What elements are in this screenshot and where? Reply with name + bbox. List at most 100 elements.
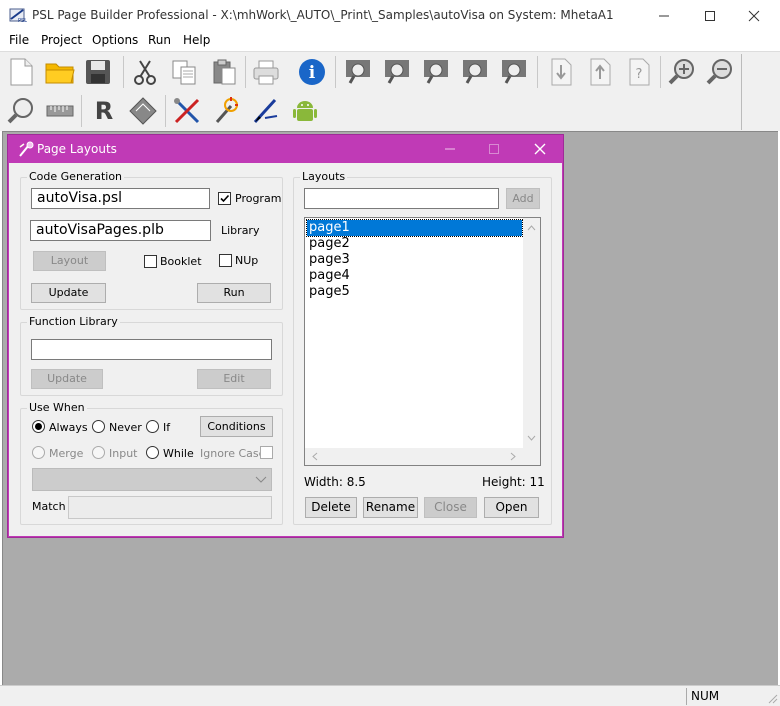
always-radio[interactable] [32, 420, 45, 433]
save-icon [86, 60, 110, 84]
new-layout-input[interactable] [304, 188, 499, 209]
run-button[interactable]: Run [197, 283, 271, 303]
zoom-button[interactable] [5, 95, 37, 127]
match-label: Match [32, 500, 66, 513]
zoom-in-button[interactable] [666, 56, 698, 88]
zoom-page-5-button[interactable] [498, 56, 530, 88]
nup-checkbox[interactable] [219, 254, 232, 267]
toolbar-divider [741, 54, 742, 130]
chevron-down-icon [255, 476, 267, 483]
library-file-input[interactable]: autoVisaPages.plb [30, 220, 211, 241]
android-button[interactable] [289, 95, 321, 127]
list-item-page1[interactable]: page1 [306, 219, 523, 237]
copy-button[interactable] [168, 56, 200, 88]
scrollbar-corner [523, 448, 540, 465]
list-item-page3[interactable]: page3 [307, 252, 522, 268]
width-label: Width: 8.5 [304, 475, 366, 489]
toolbar-separator [123, 56, 124, 88]
move-up-button[interactable] [584, 56, 616, 88]
rename-button[interactable]: Rename [363, 497, 418, 518]
menu-run[interactable]: Run [148, 33, 171, 47]
toolbar-separator [537, 56, 538, 88]
zoom-icon [7, 98, 33, 124]
input-radio [92, 446, 105, 459]
program-label: Program [235, 192, 282, 205]
move-down-icon [551, 58, 572, 86]
scroll-down-icon[interactable] [523, 431, 540, 445]
toolbar-separator [81, 95, 82, 127]
pen-icon [253, 98, 278, 124]
dialog-body: Code Generation autoVisa.psl Program aut… [9, 163, 562, 536]
vertical-scrollbar[interactable] [523, 218, 540, 448]
zoom-out-button[interactable] [704, 56, 736, 88]
booklet-checkbox[interactable] [144, 255, 157, 268]
merge-label: Merge [49, 447, 84, 460]
psl-app-icon: PSL [9, 8, 27, 23]
diamond-button[interactable] [127, 95, 159, 127]
new-file-button[interactable] [5, 56, 37, 88]
save-button[interactable] [82, 56, 114, 88]
svg-text:?: ? [636, 67, 643, 82]
paste-button[interactable] [208, 56, 240, 88]
scroll-right-icon[interactable] [506, 448, 520, 465]
cut-button[interactable] [129, 56, 161, 88]
horizontal-scrollbar[interactable] [305, 448, 523, 465]
ignore-case-checkbox [260, 446, 273, 459]
add-button: Add [506, 188, 540, 209]
close-button[interactable] [731, 0, 777, 31]
pen-button[interactable] [250, 95, 282, 127]
scroll-up-icon[interactable] [523, 221, 540, 235]
zoom-page-2-button[interactable] [381, 56, 413, 88]
codegen-update-button[interactable]: Update [31, 283, 106, 303]
ruler-button[interactable] [44, 95, 76, 127]
zoom-page-1-button[interactable] [342, 56, 374, 88]
r-button[interactable]: R [88, 95, 120, 127]
dialog-maximize-button [472, 135, 516, 163]
while-radio[interactable] [146, 446, 159, 459]
page-layouts-dialog: Page Layouts Code Generation autoVisa.ps… [7, 134, 564, 538]
if-radio[interactable] [146, 420, 159, 433]
dialog-close-button[interactable] [518, 135, 562, 163]
menu-help[interactable]: Help [183, 33, 210, 47]
maximize-icon [489, 144, 499, 154]
help-page-button[interactable]: ? [623, 56, 655, 88]
open-button[interactable]: Open [484, 497, 539, 518]
conditions-button[interactable]: Conditions [200, 416, 273, 437]
zoom-page-4-button[interactable] [459, 56, 491, 88]
info-button[interactable]: i [296, 56, 328, 88]
zoom-page-4-icon [463, 60, 487, 84]
delete-button[interactable]: Delete [305, 497, 357, 518]
print-button[interactable] [250, 56, 282, 88]
maximize-button[interactable] [687, 0, 733, 31]
zoom-page-3-icon [424, 60, 448, 84]
dialog-minimize-button[interactable] [428, 135, 472, 163]
svg-text:PSL: PSL [18, 18, 27, 23]
open-folder-button[interactable] [44, 56, 76, 88]
scroll-left-icon[interactable] [308, 448, 322, 465]
menu-options[interactable]: Options [92, 33, 138, 47]
program-file-input[interactable]: autoVisa.psl [31, 188, 210, 209]
program-checkbox[interactable] [218, 192, 231, 205]
input-label: Input [109, 447, 138, 460]
match-input [68, 496, 272, 519]
edit-button: Edit [197, 369, 271, 389]
never-radio[interactable] [92, 420, 105, 433]
tools-button[interactable] [171, 95, 203, 127]
r-icon: R [94, 97, 114, 125]
layouts-list[interactable]: page1 page2 page3 page4 page5 [304, 217, 541, 466]
list-item-page2[interactable]: page2 [307, 236, 522, 252]
toolbar-separator [660, 56, 661, 88]
move-down-button[interactable] [545, 56, 577, 88]
minimize-icon [659, 15, 669, 16]
function-library-input[interactable] [31, 339, 272, 360]
list-item-page5[interactable]: page5 [307, 284, 522, 300]
resize-grip-icon[interactable] [766, 692, 778, 704]
wand-button[interactable] [210, 95, 242, 127]
menu-project[interactable]: Project [41, 33, 82, 47]
zoom-page-3-button[interactable] [420, 56, 452, 88]
minimize-button[interactable] [641, 0, 687, 31]
menu-file[interactable]: File [9, 33, 29, 47]
tools-icon [174, 98, 200, 124]
list-item-page4[interactable]: page4 [307, 268, 522, 284]
android-icon [293, 101, 317, 121]
